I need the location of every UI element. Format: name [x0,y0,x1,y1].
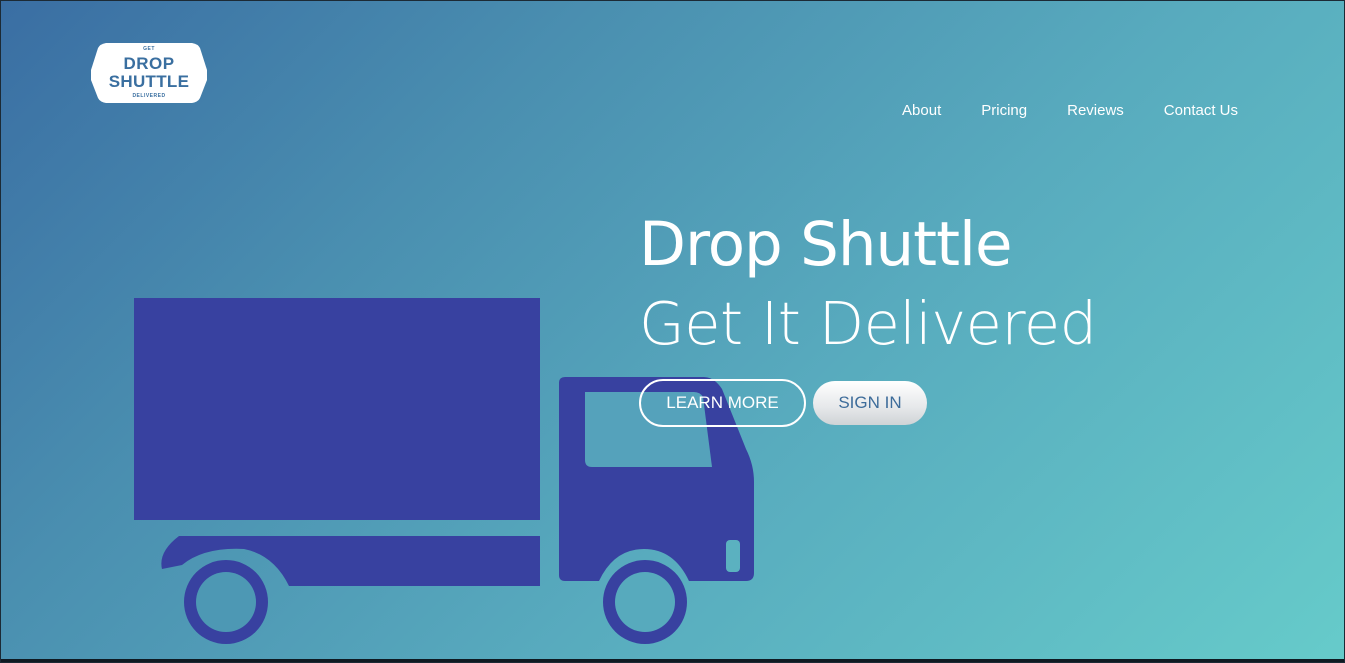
hero-title: Drop Shuttle [639,209,1012,280]
learn-more-button[interactable]: LEARN MORE [639,379,806,427]
hero-section: GET DROP SHUTTLE DELIVERED About Pricing… [0,0,1345,663]
nav-link-contact-us[interactable]: Contact Us [1164,102,1238,119]
brand-logo[interactable]: GET DROP SHUTTLE DELIVERED [90,40,208,106]
sign-in-button[interactable]: SIGN IN [813,381,927,425]
hero-subtitle: Get It Delivered [639,289,1097,358]
page-bottom-edge [1,659,1344,662]
nav-link-pricing[interactable]: Pricing [981,102,1027,119]
logo-word-drop: DROP [123,54,175,73]
main-nav: About Pricing Reviews Contact Us [902,102,1238,119]
nav-link-about[interactable]: About [902,102,941,119]
logo-text: GET DROP SHUTTLE DELIVERED [90,40,208,106]
logo-tagline-top: GET [143,46,155,52]
logo-word-shuttle: SHUTTLE [108,72,190,91]
logo-tagline-bottom: DELIVERED [132,93,166,99]
nav-link-reviews[interactable]: Reviews [1067,102,1124,119]
